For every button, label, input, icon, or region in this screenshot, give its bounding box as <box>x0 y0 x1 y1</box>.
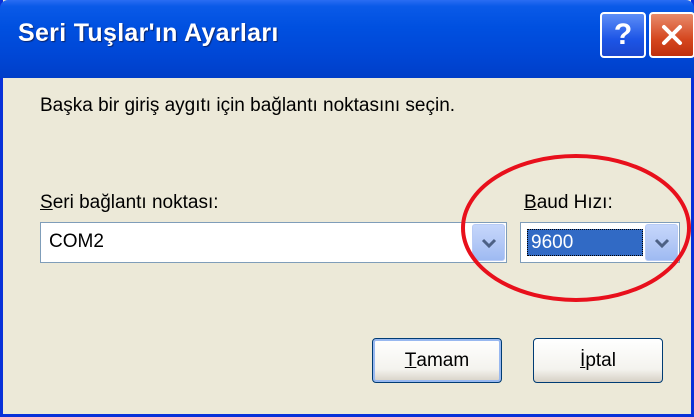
serial-port-label: Seri bağlantı noktası: <box>40 192 219 214</box>
help-button[interactable]: ? <box>600 12 646 58</box>
baud-rate-dropdown-button[interactable] <box>645 224 678 261</box>
ok-button-label: amam <box>416 349 470 371</box>
serial-port-select[interactable]: COM2 <box>40 222 507 263</box>
baud-rate-select[interactable]: 9600 <box>520 222 680 263</box>
title-bar[interactable]: Seri Tuşlar'ın Ayarları ? <box>0 0 694 78</box>
instruction-text: Başka bir giriş aygıtı için bağlantı nok… <box>40 95 456 116</box>
chevron-down-icon <box>481 238 496 248</box>
cancel-button-label: ptal <box>585 349 616 371</box>
cancel-button[interactable]: İptal <box>533 338 663 383</box>
baud-rate-value: 9600 <box>531 232 574 253</box>
baud-rate-label: Baud Hızı: <box>524 192 613 214</box>
window-title: Seri Tuşlar'ın Ayarları <box>18 19 279 47</box>
serial-port-value: COM2 <box>49 231 104 252</box>
serial-port-dropdown-button[interactable] <box>472 224 505 261</box>
close-icon <box>662 25 682 45</box>
baud-rate-label-mnemonic: B <box>524 192 537 213</box>
serial-port-label-mnemonic: S <box>40 192 53 213</box>
baud-rate-label-text: aud Hızı: <box>536 192 613 213</box>
ok-button-mnemonic: T <box>404 349 417 371</box>
dialog-window: Seri Tuşlar'ın Ayarları ? Başka bir giri… <box>0 0 694 417</box>
ok-button[interactable]: Tamam <box>372 338 502 383</box>
baud-rate-selection: 9600 <box>527 229 643 256</box>
chevron-down-icon <box>654 238 669 248</box>
serial-port-label-text: eri bağlantı noktası: <box>52 192 219 213</box>
close-button[interactable] <box>649 12 694 58</box>
help-icon: ? <box>613 18 633 51</box>
